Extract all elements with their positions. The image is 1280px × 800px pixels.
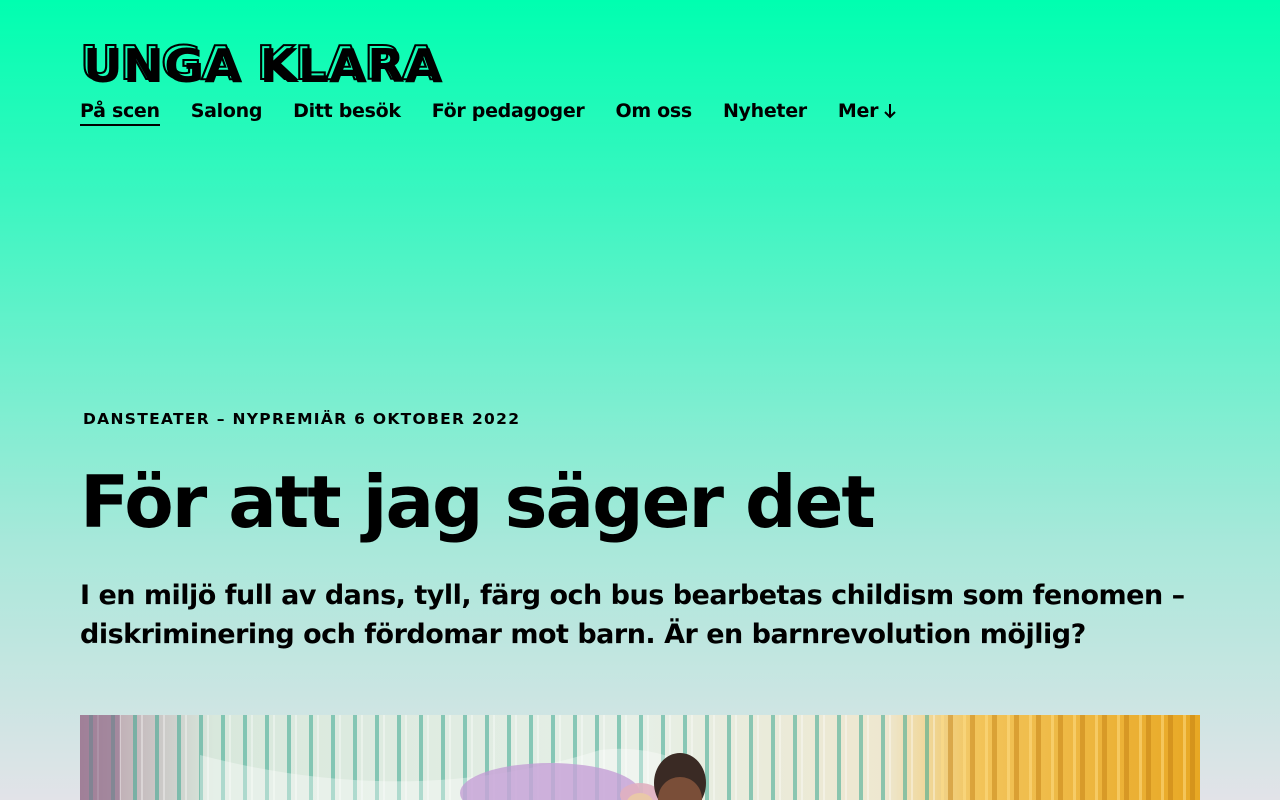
nav-item-mer[interactable]: Mer [838, 100, 898, 124]
nav-item-for-pedagoger[interactable]: För pedagoger [432, 100, 585, 124]
nav-item-pa-scen[interactable]: På scen [80, 100, 160, 126]
main-nav: På scen Salong Ditt besök För pedagoger … [80, 100, 898, 126]
hero-image [80, 715, 1200, 800]
nav-item-salong[interactable]: Salong [191, 100, 263, 124]
page-title: För att jag säger det [80, 460, 876, 544]
production-eyebrow: DANSTEATER – NYPREMIÄR 6 OKTOBER 2022 [83, 410, 521, 428]
production-lede: I en miljö full av dans, tyll, färg och … [80, 580, 1185, 650]
hero-image-graphic [80, 715, 1200, 800]
nav-item-mer-label: Mer [837, 100, 879, 122]
nav-item-om-oss[interactable]: Om oss [616, 100, 693, 124]
logo[interactable]: UNGA KLARA UNGA KLARA [80, 40, 446, 86]
logo-text: UNGA KLARA [80, 40, 440, 86]
nav-item-ditt-besok[interactable]: Ditt besök [293, 100, 401, 124]
arrow-down-icon [884, 104, 896, 119]
nav-item-nyheter[interactable]: Nyheter [723, 100, 807, 124]
